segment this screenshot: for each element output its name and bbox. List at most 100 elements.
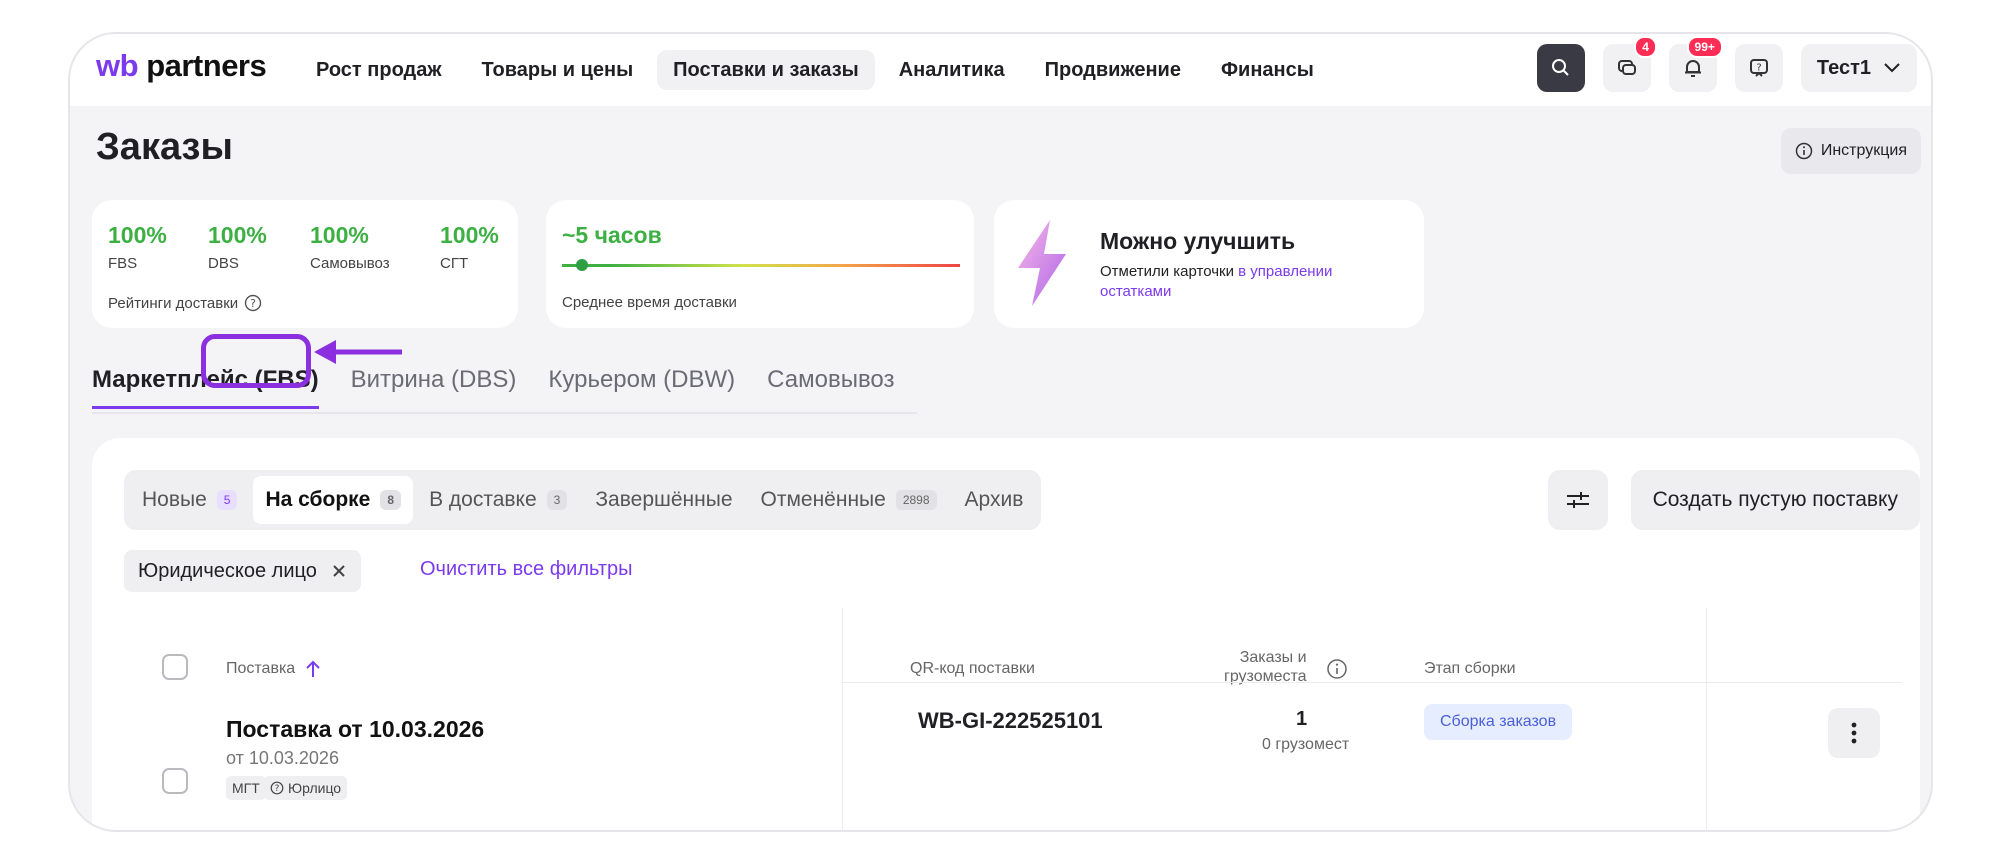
stage-badge: Сборка заказов: [1424, 704, 1573, 740]
nav-item-supplies-orders[interactable]: Поставки и заказы: [657, 50, 875, 90]
status-tab-label: Новые: [142, 488, 207, 511]
nav-item-analytics[interactable]: Аналитика: [883, 50, 1021, 90]
rating-sgt: 100% СГТ: [440, 222, 499, 272]
status-tab-count: 5: [216, 490, 238, 510]
search-icon: [1551, 59, 1569, 76]
delivery-time-card: ~5 часов Среднее время доставки: [546, 200, 974, 328]
orders-panel: Новые 5 На сборке 8 В доставке 3 Завершё…: [92, 438, 1920, 830]
svg-text:?: ?: [250, 297, 256, 310]
improve-text-body: Отметили карточки: [1100, 263, 1239, 280]
orders-count: 1: [1296, 708, 1308, 730]
column-header-qr: QR-код поставки: [910, 660, 1035, 677]
select-all-checkbox[interactable]: [162, 654, 188, 680]
instruction-button[interactable]: Инструкция: [1780, 128, 1921, 174]
bell-icon: [1684, 60, 1701, 77]
nav-item-products-prices[interactable]: Товары и цены: [466, 50, 650, 90]
svg-text:?: ?: [275, 784, 280, 794]
tag-mgt: МГТ: [226, 776, 266, 800]
status-tab-count: 8: [380, 490, 402, 510]
status-tab-new[interactable]: Новые 5: [130, 476, 249, 524]
supply-title[interactable]: Поставка от 10.03.2026: [226, 716, 484, 743]
notifications-badge: 99+: [1686, 36, 1723, 58]
chat-badge: 4: [1634, 36, 1657, 58]
info-icon: [1795, 142, 1813, 160]
filter-settings-button[interactable]: [1548, 470, 1608, 530]
user-name: Тест1: [1816, 56, 1871, 79]
tab-showcase-dbs[interactable]: Витрина (DBS): [351, 366, 517, 409]
search-button[interactable]: [1536, 44, 1585, 92]
status-tab-label: Отменённые: [760, 488, 886, 511]
legal-entity-filter-chip[interactable]: Юридическое лицо: [124, 550, 361, 592]
ratings-caption-row: Рейтинги доставки ?: [108, 294, 262, 312]
sliders-icon: [1567, 492, 1589, 508]
row-more-button[interactable]: [1828, 708, 1880, 758]
nav-item-finance[interactable]: Финансы: [1205, 50, 1330, 90]
tag-legal-entity: ? Юрлицо: [264, 776, 348, 800]
chat-icon: [1617, 60, 1636, 75]
nav-item-sales-growth[interactable]: Рост продаж: [300, 50, 458, 90]
supply-date: от 10.03.2026: [226, 748, 339, 768]
tab-courier-dbw[interactable]: Курьером (DBW): [548, 366, 735, 409]
rating-value: 100%: [208, 222, 267, 248]
clear-all-filters-link[interactable]: Очистить все фильтры: [420, 558, 633, 581]
main-nav: Рост продаж Товары и цены Поставки и зак…: [300, 50, 1330, 90]
status-tab-count: 3: [546, 490, 568, 510]
chat-button[interactable]: 4: [1602, 36, 1657, 92]
chevron-down-icon: [1884, 63, 1900, 73]
wb-partners-logo[interactable]: wb partners: [96, 48, 267, 84]
rating-value: 100%: [108, 222, 167, 248]
delivery-time-scale: [562, 264, 960, 267]
nav-item-promotion[interactable]: Продвижение: [1029, 50, 1197, 90]
column-header-stage: Этап сборки: [1424, 660, 1516, 677]
status-tab-assembling[interactable]: На сборке 8: [253, 476, 414, 524]
status-tab-count: 2898: [895, 490, 937, 510]
help-chat-icon: ?: [1749, 59, 1768, 77]
app-window: wb partners Рост продаж Товары и цены По…: [68, 32, 1933, 832]
annotation-highlight-box: [201, 334, 311, 388]
rating-value: 100%: [440, 222, 499, 248]
logo-wb: wb: [96, 48, 139, 83]
status-tab-label: На сборке: [265, 488, 371, 511]
create-empty-supply-button[interactable]: Создать пустую поставку: [1630, 470, 1920, 530]
row-checkbox[interactable]: [162, 768, 188, 794]
info-icon[interactable]: [1326, 658, 1348, 680]
page-title: Заказы: [96, 126, 233, 168]
rating-label: Самовывоз: [310, 255, 390, 272]
column-divider: [1706, 608, 1707, 830]
rating-dbs: 100% DBS: [208, 222, 267, 272]
rating-fbs: 100% FBS: [108, 222, 167, 272]
improve-card: Можно улучшить Отметили карточки в управ…: [994, 200, 1424, 328]
svg-text:?: ?: [1756, 63, 1761, 74]
ratings-caption: Рейтинги доставки: [108, 294, 239, 312]
status-tab-label: Архив: [964, 488, 1024, 511]
more-vertical-icon: [1851, 722, 1857, 744]
rating-label: FBS: [108, 255, 138, 272]
improve-title: Можно улучшить: [1100, 228, 1296, 254]
tab-pickup[interactable]: Самовывоз: [767, 366, 894, 409]
logo-partners: partners: [146, 48, 267, 83]
column-header-supply-label: Поставка: [226, 660, 296, 677]
sort-arrow-up-icon[interactable]: [305, 660, 321, 678]
column-header-supply[interactable]: Поставка: [226, 660, 321, 678]
status-tab-label: В доставке: [429, 488, 537, 511]
status-tab-archive[interactable]: Архив: [953, 476, 1036, 524]
cargo-places: 0 грузомест: [1262, 736, 1350, 753]
rating-label: DBS: [208, 255, 239, 272]
close-icon[interactable]: [331, 563, 347, 579]
column-header-orders-line1: Заказы и: [1239, 649, 1307, 666]
notifications-button[interactable]: 99+: [1668, 36, 1723, 92]
annotation-arrow-icon: [314, 340, 402, 364]
user-menu-button[interactable]: Тест1: [1800, 44, 1917, 92]
rating-pickup: 100% Самовывоз: [310, 222, 390, 272]
status-tab-completed[interactable]: Завершённые: [583, 476, 744, 524]
status-tab-label: Завершённые: [595, 488, 733, 511]
lightning-icon: [1018, 220, 1066, 306]
status-tab-cancelled[interactable]: Отменённые 2898: [749, 476, 949, 524]
help-circle-icon[interactable]: ?: [244, 294, 262, 312]
help-button[interactable]: ?: [1734, 44, 1783, 92]
status-tab-in-delivery[interactable]: В доставке 3: [417, 476, 579, 524]
column-header-orders-line2: грузоместа: [1224, 668, 1307, 685]
supply-qr-code: WB-GI-222525101: [918, 708, 1103, 733]
help-circle-icon: ?: [270, 781, 284, 795]
delivery-time-marker: [576, 259, 588, 271]
